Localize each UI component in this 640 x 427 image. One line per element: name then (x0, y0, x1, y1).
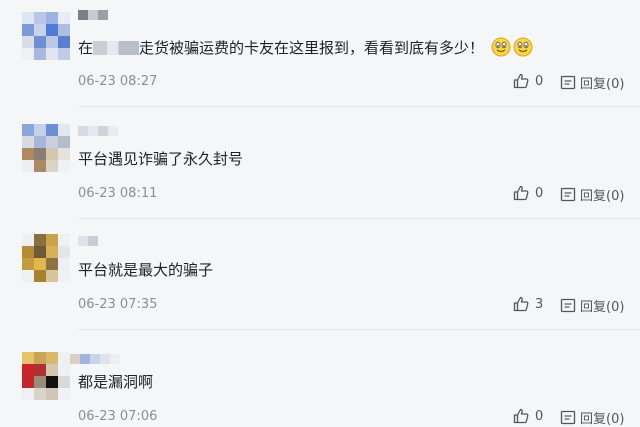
reply-label: 回复(0) (580, 189, 625, 204)
reply-button[interactable]: 回复(0) (560, 185, 624, 204)
comment-text: 平台遇见诈骗了永久封号 (78, 150, 244, 168)
reply-label: 回复(0) (580, 412, 625, 427)
reply-box-icon (560, 410, 576, 424)
reply-button[interactable]: 回复(0) (560, 296, 624, 315)
avatar[interactable] (22, 12, 70, 60)
comment-text: 平台就是最大的骗子 (78, 261, 214, 279)
like-button[interactable]: 3 (513, 296, 543, 312)
divider (78, 106, 640, 107)
avatar[interactable] (22, 234, 70, 282)
reply-button[interactable]: 回复(0) (560, 73, 624, 92)
comment-text: 都是漏洞啊 (78, 373, 154, 391)
username-mosaic[interactable] (78, 236, 98, 246)
like-button[interactable]: 0 (513, 185, 543, 201)
like-button[interactable]: 0 (513, 408, 543, 424)
comment-text: 在 走货被骗运费的卡友在这里报到，看看到底有多少！ (78, 37, 533, 58)
avatar[interactable] (22, 352, 70, 400)
reply-label: 回复(0) (580, 300, 625, 315)
like-count: 0 (535, 185, 544, 201)
thumbs-up-icon (513, 73, 529, 89)
comment-time: 06-23 08:27 (78, 74, 158, 89)
reply-box-icon (560, 187, 576, 201)
comment-text-suffix: 走货被骗运费的卡友在这里报到，看看到底有多少！ (139, 39, 485, 57)
username-mosaic[interactable] (70, 354, 120, 364)
divider (78, 329, 640, 330)
smile-emoji-icon (491, 37, 511, 57)
reply-box-icon (560, 75, 576, 89)
like-count: 0 (535, 408, 544, 424)
comment-text-prefix: 在 (78, 39, 94, 57)
thumbs-up-icon (513, 296, 529, 312)
comment-time: 06-23 07:35 (78, 297, 158, 312)
like-count: 3 (535, 296, 544, 312)
divider (78, 218, 640, 219)
avatar[interactable] (22, 124, 70, 172)
thumbs-up-icon (513, 185, 529, 201)
redacted-location (93, 41, 140, 55)
reply-label: 回复(0) (580, 77, 625, 92)
comment-time: 06-23 07:06 (78, 409, 158, 424)
like-count: 0 (535, 73, 544, 89)
username-mosaic[interactable] (78, 10, 108, 20)
username-mosaic[interactable] (78, 126, 118, 136)
reply-box-icon (560, 298, 576, 312)
smile-emoji-icon (513, 37, 533, 57)
comment-time: 06-23 08:11 (78, 186, 158, 201)
thumbs-up-icon (513, 408, 529, 424)
reply-button[interactable]: 回复(0) (560, 408, 624, 427)
like-button[interactable]: 0 (513, 73, 543, 89)
